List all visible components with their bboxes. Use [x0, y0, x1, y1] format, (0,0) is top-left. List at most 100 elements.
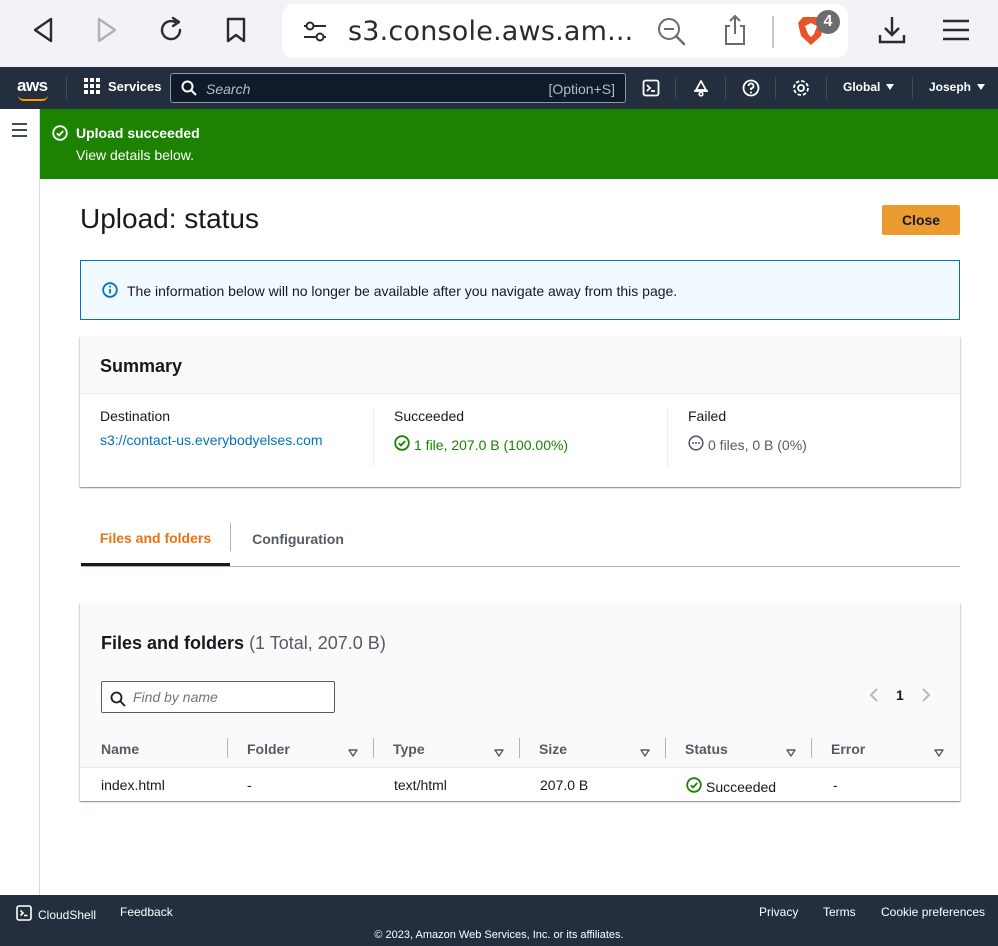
column-header-type[interactable]: Type: [393, 741, 425, 757]
succeeded-value: 1 file, 207.0 B (100.00%): [394, 435, 568, 454]
summary-failed: Failed 0 files, 0 B (0%): [688, 408, 807, 466]
zoom-out-icon[interactable]: [656, 16, 686, 51]
table-header: Name Folder Type Size Status Error: [80, 728, 960, 768]
flash-title: Upload succeeded: [76, 125, 200, 141]
file-error: -: [833, 777, 838, 793]
column-header-size[interactable]: Size: [539, 741, 567, 757]
tab-count-badge: 4: [816, 10, 840, 34]
sort-icon[interactable]: [640, 744, 650, 757]
check-circle-icon: [52, 125, 68, 146]
column-header-status[interactable]: Status: [685, 741, 728, 757]
browser-toolbar: s3.console.aws.am... 4: [0, 0, 998, 67]
privacy-link[interactable]: Privacy: [759, 905, 798, 919]
pending-circle-icon: [688, 435, 704, 454]
search-shortcut: [Option+S]: [548, 81, 615, 97]
failed-value: 0 files, 0 B (0%): [688, 435, 807, 454]
aws-top-nav: aws Services Search [Option+S] Global Jo…: [0, 67, 998, 109]
file-status-text: Succeeded: [706, 778, 777, 795]
chevron-right-icon[interactable]: [918, 687, 934, 703]
side-navigation-rail: [0, 109, 40, 895]
notifications-icon[interactable]: [691, 78, 711, 98]
feedback-link[interactable]: Feedback: [120, 905, 173, 919]
grid-icon: [84, 78, 100, 94]
url-divider: [772, 16, 774, 48]
reload-icon[interactable]: [153, 12, 189, 48]
file-folder: -: [247, 777, 252, 793]
table-row: index.html - text/html 207.0 B Succeeded…: [80, 768, 960, 801]
region-selector[interactable]: Global: [843, 80, 895, 94]
check-circle-icon: [686, 777, 702, 796]
page-number[interactable]: 1: [896, 687, 904, 703]
chevron-left-icon[interactable]: [866, 687, 882, 703]
cloudshell-icon: [16, 905, 32, 924]
column-header-error[interactable]: Error: [831, 741, 865, 757]
copyright-text: © 2023, Amazon Web Services, Inc. or its…: [374, 929, 624, 941]
column-header-name[interactable]: Name: [101, 741, 139, 757]
terms-link[interactable]: Terms: [823, 905, 856, 919]
cloudshell-link[interactable]: CloudShell: [16, 905, 96, 924]
summary-card: Summary Destination s3://contact-us.ever…: [80, 336, 960, 487]
info-alert: The information below will no longer be …: [80, 260, 960, 320]
destination-link[interactable]: s3://contact-us.everybodyelses.com: [100, 432, 323, 448]
forward-icon[interactable]: [89, 12, 125, 48]
succeeded-text: 1 file, 207.0 B (100.00%): [414, 436, 569, 453]
summary-divider: [667, 408, 668, 466]
success-flash-banner: Upload succeeded View details below.: [40, 109, 998, 179]
close-button[interactable]: Close: [882, 205, 960, 235]
download-icon[interactable]: [874, 12, 910, 48]
summary-title: Summary: [100, 356, 183, 376]
caret-down-icon: [886, 84, 895, 90]
search-icon: [181, 80, 197, 101]
help-icon[interactable]: [741, 78, 761, 98]
files-title-text: Files and folders: [101, 633, 245, 653]
failed-text: 0 files, 0 B (0%): [708, 436, 807, 453]
services-label: Services: [108, 78, 162, 94]
menu-icon[interactable]: [938, 12, 974, 48]
summary-header: Summary: [80, 336, 960, 394]
tab-list: Files and folders Configuration: [81, 520, 960, 567]
column-header-folder[interactable]: Folder: [247, 741, 290, 757]
search-placeholder: Search: [206, 81, 251, 97]
services-menu[interactable]: Services: [84, 78, 162, 94]
sort-icon[interactable]: [786, 744, 796, 757]
share-icon[interactable]: [722, 14, 748, 51]
files-and-folders-card: Files and folders (1 Total, 207.0 B) 1 N…: [80, 603, 960, 801]
cookie-preferences-link[interactable]: Cookie preferences: [881, 905, 985, 919]
search-icon: [110, 691, 126, 712]
file-size: 207.0 B: [540, 777, 589, 793]
caret-down-icon: [977, 84, 986, 90]
files-title: Files and folders (1 Total, 207.0 B): [101, 633, 386, 654]
files-count: (1 Total, 207.0 B): [249, 633, 386, 653]
page-title: Upload: status: [80, 203, 259, 234]
user-label: Joseph: [929, 80, 972, 94]
back-icon[interactable]: [25, 12, 61, 48]
flash-message: View details below.: [76, 147, 195, 163]
cloudshell-icon[interactable]: [641, 78, 661, 98]
aws-logo[interactable]: aws: [17, 76, 48, 96]
file-type: text/html: [394, 777, 447, 793]
file-status: Succeeded: [686, 777, 776, 796]
url-text: s3.console.aws.am...: [348, 16, 634, 47]
aws-logo-smile: [18, 95, 48, 101]
file-name-link[interactable]: index.html: [101, 777, 165, 793]
address-bar[interactable]: s3.console.aws.am... 4: [282, 4, 848, 58]
sort-icon[interactable]: [934, 744, 944, 757]
find-by-name-input[interactable]: [101, 681, 335, 713]
search-input[interactable]: Search [Option+S]: [170, 73, 626, 103]
tab-configuration[interactable]: Configuration: [231, 520, 365, 566]
hamburger-menu-icon[interactable]: [12, 123, 27, 141]
nav-divider: [66, 77, 67, 99]
account-menu[interactable]: Joseph: [929, 80, 986, 94]
summary-succeeded: Succeeded 1 file, 207.0 B (100.00%): [394, 408, 568, 466]
sort-icon[interactable]: [348, 744, 358, 757]
check-circle-icon: [394, 435, 410, 454]
console-footer: CloudShell Feedback Privacy Terms Cookie…: [0, 895, 998, 946]
info-icon: [102, 282, 118, 303]
tab-files-and-folders[interactable]: Files and folders: [81, 520, 230, 566]
info-alert-text: The information below will no longer be …: [127, 283, 678, 299]
bookmark-icon[interactable]: [218, 12, 254, 48]
summary-divider: [373, 408, 374, 466]
site-settings-icon[interactable]: [302, 18, 328, 49]
sort-icon[interactable]: [494, 744, 504, 757]
settings-gear-icon[interactable]: [791, 78, 811, 98]
